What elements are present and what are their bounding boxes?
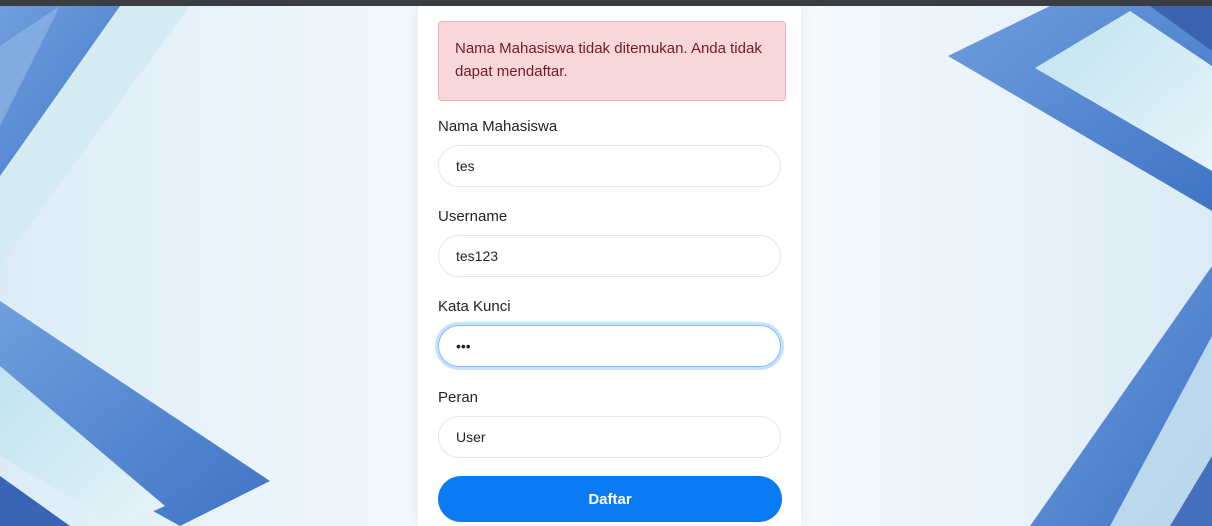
peran-label: Peran (438, 389, 479, 406)
peran-select[interactable]: User (438, 416, 781, 458)
register-card: Nama Mahasiswa tidak ditemukan. Anda tid… (418, 6, 801, 526)
daftar-button[interactable]: Daftar (438, 476, 782, 522)
error-alert-message: Nama Mahasiswa tidak ditemukan. Anda tid… (455, 40, 762, 80)
peran-selected-value: User (456, 429, 486, 445)
kata-kunci-label: Kata Kunci (438, 298, 511, 315)
window-top-strip (0, 0, 1212, 6)
nama-mahasiswa-input[interactable] (438, 145, 781, 187)
nama-mahasiswa-label: Nama Mahasiswa (438, 118, 558, 135)
error-alert: Nama Mahasiswa tidak ditemukan. Anda tid… (438, 21, 786, 101)
username-label: Username (438, 208, 508, 225)
username-input[interactable] (438, 235, 781, 277)
password-input[interactable] (438, 325, 781, 367)
